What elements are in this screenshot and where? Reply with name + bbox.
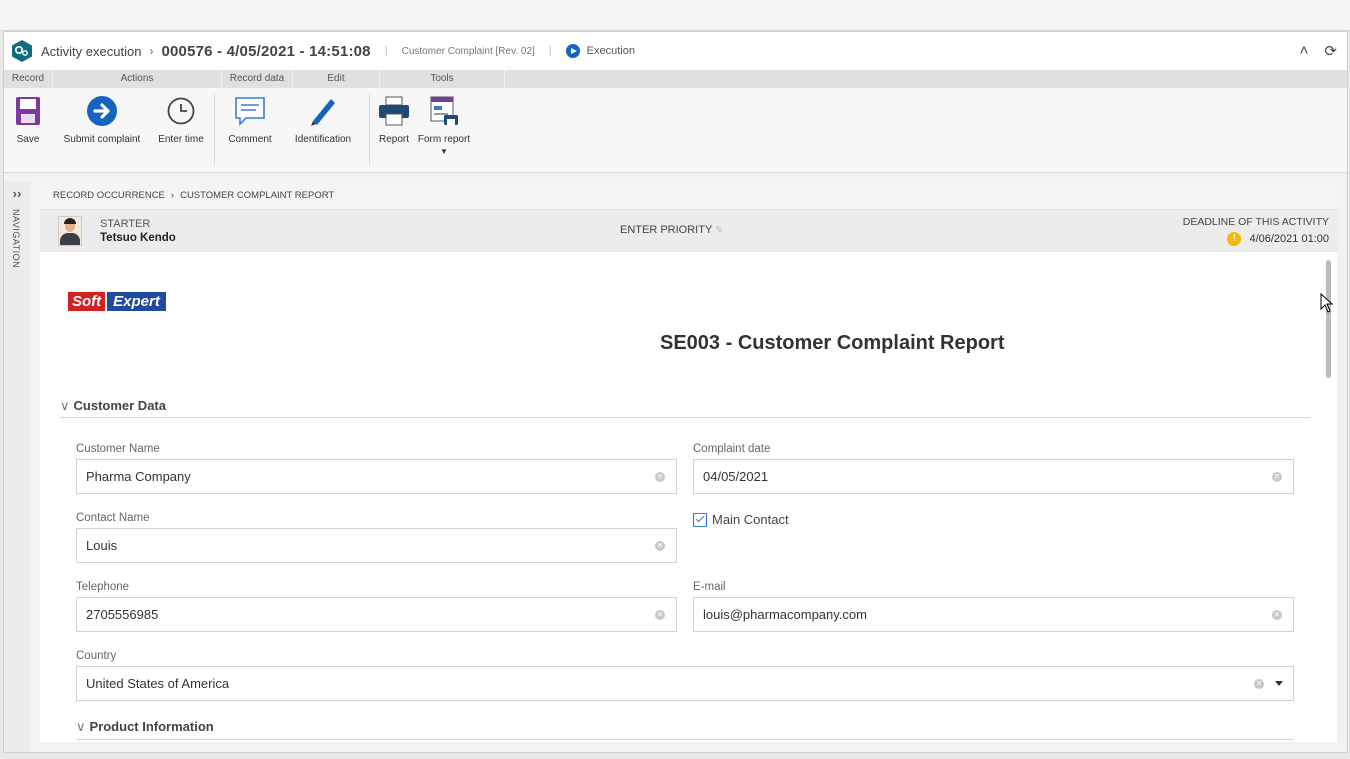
contact-name-field[interactable]: Louis ✕ <box>76 528 677 563</box>
form-report-icon <box>427 94 461 128</box>
clock-icon <box>164 94 198 128</box>
report-label: Report <box>378 134 409 145</box>
ribbon-divider <box>214 94 215 166</box>
form-report-button[interactable]: Form report ▼ <box>414 88 474 172</box>
ribbon-group-record: Record <box>4 70 53 88</box>
pencil-icon <box>306 94 340 128</box>
complaint-date-field[interactable]: 04/05/2021 ✕ <box>693 459 1294 494</box>
breadcrumb-customer-complaint: CUSTOMER COMPLAINT REPORT <box>180 190 335 201</box>
dropdown-caret-icon[interactable] <box>1275 681 1283 686</box>
identification-button[interactable]: Identification <box>281 88 365 172</box>
ribbon-group-tools: Tools <box>380 70 505 88</box>
chevron-right-icon: › <box>149 44 154 58</box>
section-divider <box>60 417 1310 418</box>
deadline-value: 4/06/2021 01:00 <box>1249 233 1329 245</box>
softexpert-logo: Soft Expert <box>68 292 166 311</box>
navigation-label: NAVIGATION <box>11 209 21 269</box>
save-button[interactable]: Save <box>4 88 52 172</box>
save-label: Save <box>16 134 40 145</box>
avatar <box>58 216 82 246</box>
refresh-icon[interactable]: ⟳ <box>1324 42 1337 60</box>
ribbon-group-labels: Record Actions Record data Edit Tools <box>4 70 1347 88</box>
checkbox-checked-icon[interactable] <box>693 512 707 527</box>
save-icon <box>11 94 45 128</box>
vertical-scrollbar[interactable] <box>1326 260 1331 378</box>
deadline: DEADLINE OF THIS ACTIVITY ! 4/06/2021 01… <box>1183 216 1329 246</box>
chevron-right-icon: › <box>170 190 175 201</box>
section-customer-data[interactable]: ∨ Customer Data <box>60 398 166 414</box>
main-contact-checkbox[interactable]: Main Contact <box>693 512 789 527</box>
form-revision: Customer Complaint [Rev. 02] <box>401 45 535 57</box>
arrow-right-circle-icon <box>85 94 119 128</box>
chevron-down-icon: ∨ <box>76 719 86 734</box>
collapse-up-icon[interactable]: ˄ <box>1300 42 1309 60</box>
submit-complaint-label: Submit complaint <box>63 134 141 145</box>
ribbon-group-actions: Actions <box>53 70 222 88</box>
clear-icon[interactable]: ✕ <box>1254 678 1264 689</box>
customer-name-field[interactable]: Pharma Company ✕ <box>76 459 677 494</box>
navigation-rail[interactable]: ›› NAVIGATION <box>4 182 30 752</box>
main-contact-label: Main Contact <box>712 512 789 527</box>
section-divider <box>76 739 1294 740</box>
submit-complaint-button[interactable]: Submit complaint <box>52 88 152 172</box>
printer-icon <box>377 94 411 128</box>
chevron-down-icon: ∨ <box>60 398 70 413</box>
customer-name-label: Customer Name <box>76 443 160 455</box>
app-logo-icon <box>12 40 32 62</box>
country-select[interactable]: United States of America ✕ <box>76 666 1294 701</box>
main-content: RECORD OCCURRENCE › CUSTOMER COMPLAINT R… <box>40 182 1337 742</box>
comment-label: Comment <box>228 134 272 145</box>
divider: | <box>384 45 388 57</box>
expand-double-chevron-icon[interactable]: ›› <box>4 186 30 201</box>
divider: | <box>548 45 552 57</box>
activity-info-bar: STARTER Tetsuo Kendo ENTER PRIORITY ✎ DE… <box>40 210 1337 252</box>
warning-icon: ! <box>1227 232 1242 246</box>
priority-label: ENTER PRIORITY <box>620 224 713 236</box>
identification-label: Identification <box>294 134 352 145</box>
ribbon-divider <box>369 94 370 166</box>
app-window: Activity execution › 000576 - 4/05/2021 … <box>3 31 1348 753</box>
country-label: Country <box>76 650 117 662</box>
status-text: Execution <box>586 45 635 57</box>
comment-button[interactable]: Comment <box>219 88 281 172</box>
title-bar: Activity execution › 000576 - 4/05/2021 … <box>4 32 1347 70</box>
contact-name-label: Contact Name <box>76 512 150 524</box>
header-crumb[interactable]: Activity execution <box>41 44 141 59</box>
report-button[interactable]: Report <box>374 88 414 172</box>
execution-play-icon <box>565 44 580 58</box>
clear-icon[interactable]: ✕ <box>655 540 665 551</box>
form-report-label: Form report <box>417 134 471 145</box>
enter-priority[interactable]: ENTER PRIORITY ✎ <box>620 224 724 236</box>
telephone-label: Telephone <box>76 581 130 593</box>
record-title: 000576 - 4/05/2021 - 14:51:08 <box>161 42 371 60</box>
ribbon-toolbar: Save Submit complaint Enter time Comment <box>4 88 1347 173</box>
mouse-cursor-icon <box>1320 293 1334 313</box>
clear-icon[interactable]: ✕ <box>1272 609 1282 620</box>
breadcrumb-record-occurrence[interactable]: RECORD OCCURRENCE <box>53 190 165 201</box>
ribbon-group-record-data: Record data <box>222 70 293 88</box>
top-strip <box>0 0 1350 31</box>
deadline-label: DEADLINE OF THIS ACTIVITY <box>1182 216 1329 228</box>
email-field[interactable]: louis@pharmacompany.com ✕ <box>693 597 1294 632</box>
breadcrumb: RECORD OCCURRENCE › CUSTOMER COMPLAINT R… <box>40 182 1337 210</box>
email-label: E-mail <box>693 581 726 593</box>
enter-time-button[interactable]: Enter time <box>152 88 210 172</box>
dropdown-caret-icon: ▼ <box>440 147 448 156</box>
starter-label: STARTER <box>100 218 151 230</box>
enter-time-label: Enter time <box>158 134 204 145</box>
clear-icon[interactable]: ✕ <box>655 609 665 620</box>
clear-icon[interactable]: ✕ <box>655 471 665 482</box>
ribbon-group-edit: Edit <box>293 70 380 88</box>
starter-name: Tetsuo Kendo <box>100 232 176 244</box>
comment-icon <box>233 94 267 128</box>
clear-icon[interactable]: ✕ <box>1272 471 1282 482</box>
complaint-form: Soft Expert SE003 - Customer Complaint R… <box>40 252 1337 742</box>
complaint-date-label: Complaint date <box>693 443 771 455</box>
section-product-information[interactable]: ∨ Product Information <box>76 719 214 735</box>
pencil-icon[interactable]: ✎ <box>715 225 723 236</box>
form-title: SE003 - Customer Complaint Report <box>660 332 1005 354</box>
telephone-field[interactable]: 2705556985 ✕ <box>76 597 677 632</box>
